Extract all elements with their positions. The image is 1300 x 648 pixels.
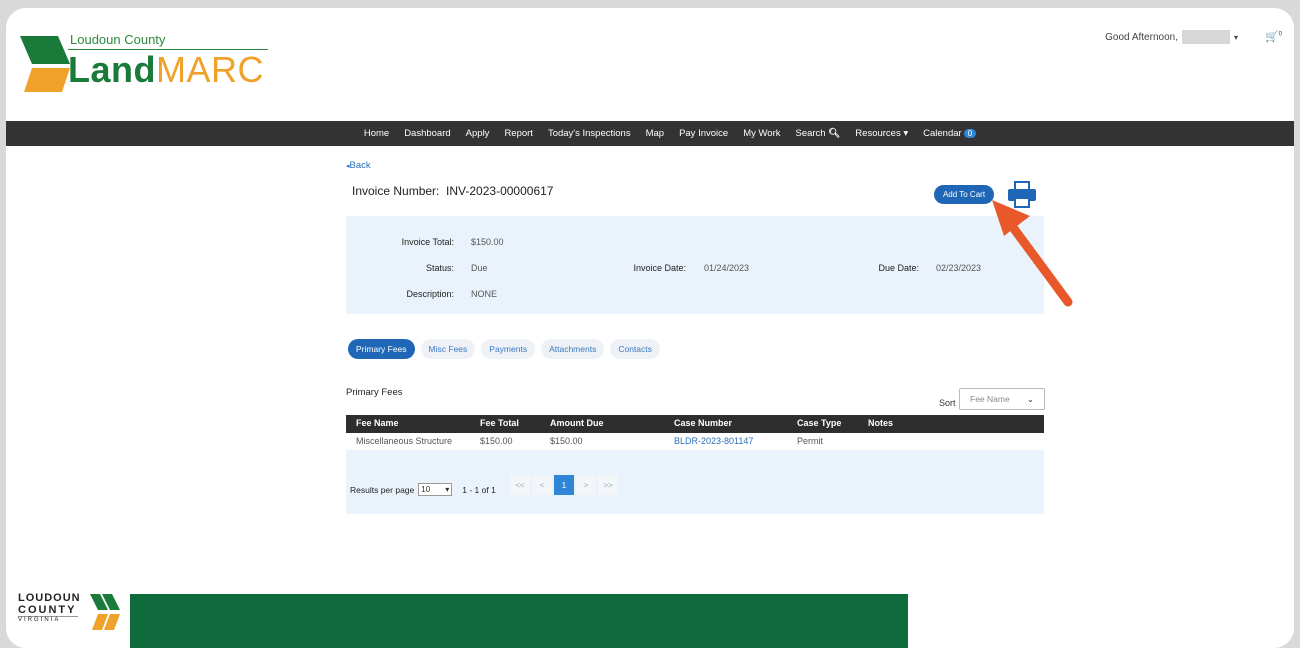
annotation-arrow-icon <box>992 200 1073 307</box>
status-label: Status: <box>425 263 454 273</box>
user-greeting[interactable]: Good Afternoon, ▾ <box>1105 30 1238 44</box>
brand-county-name: Loudoun County <box>70 32 166 47</box>
tab-attachments[interactable]: Attachments <box>541 339 605 359</box>
col-amount-due[interactable]: Amount Due <box>550 418 604 428</box>
caret-down-icon: ▾ <box>1233 32 1238 42</box>
col-fee-name[interactable]: Fee Name <box>356 418 399 428</box>
footer-banner <box>130 594 908 648</box>
sort-select-value: Fee Name <box>970 394 1010 404</box>
nav-my-work[interactable]: My Work <box>743 128 780 139</box>
chevron-down-icon: ⌄ <box>1026 393 1034 404</box>
tab-contacts[interactable]: Contacts <box>610 339 660 359</box>
pagination-bar: Results per page 10 ▾ 1 - 1 of 1 << < 1 >… <box>346 450 1044 514</box>
add-to-cart-button[interactable]: Add To Cart <box>934 185 994 204</box>
col-fee-total[interactable]: Fee Total <box>480 418 519 428</box>
last-page-button[interactable]: >> <box>598 475 618 495</box>
case-number-link[interactable]: BLDR-2023-801147 <box>674 436 753 446</box>
nav-pay-invoice[interactable]: Pay Invoice <box>679 128 728 139</box>
due-date-value: 02/23/2023 <box>936 263 982 273</box>
due-date-label: Due Date: <box>878 263 919 273</box>
sort-label: Sort <box>939 398 956 408</box>
invoice-number-label: Invoice Number: <box>352 184 440 198</box>
table-row: Miscellaneous Structure $150.00 $150.00 … <box>346 433 1044 451</box>
cell-amount-due: $150.00 <box>550 436 583 446</box>
cell-case-type: Permit <box>797 436 824 446</box>
nav-report[interactable]: Report <box>504 128 533 139</box>
status-value: Due <box>471 263 488 273</box>
fees-table: Fee Name Fee Total Amount Due Case Numbe… <box>346 415 1044 451</box>
prev-page-button[interactable]: < <box>532 475 552 495</box>
invoice-date-value: 01/24/2023 <box>704 263 750 273</box>
invoice-number-value: INV-2023-00000617 <box>446 184 554 198</box>
invoice-heading: Invoice Number: INV-2023-00000617 <box>352 184 553 198</box>
caret-down-icon: ▾ <box>900 128 909 139</box>
nav-home[interactable]: Home <box>364 128 389 139</box>
back-link[interactable]: ◂Back <box>346 160 371 171</box>
cart-link[interactable]: 🛒0 <box>1265 30 1282 43</box>
invoice-total-value: $150.00 <box>471 237 504 247</box>
page-1-button[interactable]: 1 <box>554 475 574 495</box>
description-value: NONE <box>471 289 498 299</box>
nav-map[interactable]: Map <box>646 128 664 139</box>
nav-resources-label: Resources <box>855 128 901 139</box>
col-notes[interactable]: Notes <box>868 418 893 428</box>
rpp-select[interactable]: 10 ▾ <box>418 483 453 496</box>
browser-frame: Loudoun County LandMARC Good Afternoon, … <box>6 8 1294 648</box>
calendar-badge: 0 <box>963 129 977 138</box>
nav-apply[interactable]: Apply <box>466 128 490 139</box>
rpp-value: 10 <box>421 485 431 494</box>
rpp-label: Results per page <box>350 484 415 495</box>
next-page-button[interactable]: > <box>576 475 596 495</box>
invoice-date-label: Invoice Date: <box>633 263 686 273</box>
tab-primary-fees[interactable]: Primary Fees <box>348 339 415 359</box>
nav-calendar-label: Calendar <box>923 128 962 139</box>
description-label: Description: <box>406 289 454 299</box>
sort-select[interactable]: Fee Name ⌄ <box>959 388 1045 410</box>
col-case-type[interactable]: Case Type <box>797 418 841 428</box>
user-name-redacted <box>1181 30 1230 44</box>
section-title: Primary Fees <box>346 387 403 398</box>
cell-fee-name: Miscellaneous Structure <box>356 436 453 446</box>
table-header: Fee Name Fee Total Amount Due Case Numbe… <box>346 415 1044 433</box>
invoice-details-card: Invoice Total: $150.00 Status: Due Descr… <box>346 216 1044 314</box>
footer-chevron-icon <box>90 594 120 630</box>
nav-calendar[interactable]: Calendar 0 <box>923 128 977 139</box>
brand-title: LandMARC <box>68 52 264 88</box>
chevron-down-icon: ▾ <box>445 485 450 494</box>
nav-resources[interactable]: Resources ▾ <box>855 128 908 139</box>
cell-fee-total: $150.00 <box>480 436 513 446</box>
cart-count: 0 <box>1278 31 1282 38</box>
first-page-button[interactable]: << <box>510 475 530 495</box>
back-label: Back <box>349 160 371 171</box>
tab-misc-fees[interactable]: Misc Fees <box>420 339 476 359</box>
greeting-text: Good Afternoon, <box>1105 31 1178 43</box>
search-icon: 🔍︎ <box>825 128 841 139</box>
nav-search-label: Search <box>795 128 826 139</box>
brand-land: Land <box>68 49 156 90</box>
nav-dashboard[interactable]: Dashboard <box>404 128 450 139</box>
result-range: 1 - 1 of 1 <box>462 484 496 495</box>
nav-search[interactable]: Search 🔍︎ <box>795 128 840 139</box>
cart-icon: 🛒 <box>1264 31 1279 43</box>
col-case-number[interactable]: Case Number <box>674 418 732 428</box>
invoice-tabs: Primary Fees Misc Fees Payments Attachme… <box>348 339 660 359</box>
results-per-page: Results per page 10 ▾ 1 - 1 of 1 <box>350 483 496 496</box>
brand-marc: MARC <box>156 49 264 90</box>
nav-todays-inspections[interactable]: Today's Inspections <box>548 128 631 139</box>
footer-line-3: VIRGINIA <box>18 616 78 623</box>
tab-payments[interactable]: Payments <box>481 339 536 359</box>
county-footer-logo: LOUDOUN COUNTY VIRGINIA <box>18 592 138 648</box>
invoice-total-label: Invoice Total: <box>401 237 454 247</box>
main-nav: Home Dashboard Apply Report Today's Insp… <box>6 121 1294 146</box>
